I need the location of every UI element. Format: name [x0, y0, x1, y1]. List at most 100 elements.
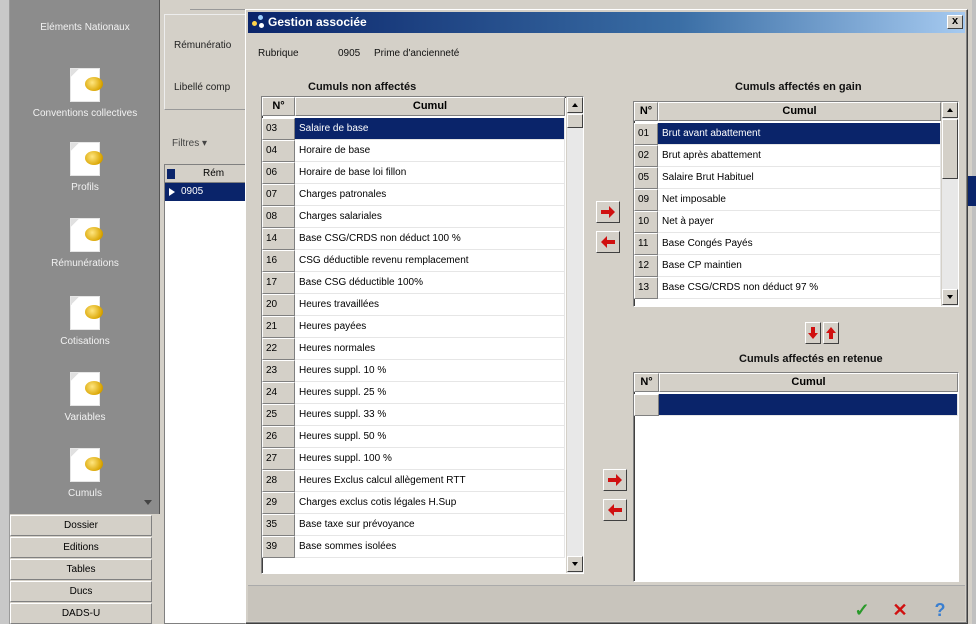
- table-row[interactable]: 12 Base CP maintien: [634, 255, 941, 277]
- row-number: 05: [634, 167, 658, 189]
- table-row[interactable]: 21 Heures payées: [262, 316, 565, 338]
- filter-button[interactable]: Filtres ▾: [172, 138, 207, 149]
- nav-button-tables[interactable]: Tables: [10, 559, 152, 580]
- table-row[interactable]: 10 Net à payer: [634, 211, 941, 233]
- move-up-button[interactable]: [823, 322, 839, 344]
- row-number: 25: [262, 404, 295, 426]
- nav-item-variables[interactable]: Variables: [10, 372, 160, 424]
- scroll-thumb[interactable]: [567, 114, 583, 128]
- move-to-retenue-button[interactable]: [603, 469, 627, 491]
- row-cumul-name: Heures travaillées: [295, 294, 565, 316]
- background-right-edge: [972, 0, 976, 624]
- row-cumul-name: Base Congés Payés: [658, 233, 941, 255]
- move-down-button[interactable]: [805, 322, 821, 344]
- nav-button-ducs[interactable]: Ducs: [10, 581, 152, 602]
- table-row[interactable]: 22 Heures normales: [262, 338, 565, 360]
- table-row[interactable]: 01 Brut avant abattement: [634, 123, 941, 145]
- table-row[interactable]: 02 Brut après abattement: [634, 145, 941, 167]
- row-cumul-name: Horaire de base loi fillon: [295, 162, 565, 184]
- table-row[interactable]: 29 Charges exclus cotis légales H.Sup: [262, 492, 565, 514]
- gain-title: Cumuls affectés en gain: [735, 81, 862, 93]
- arrow-left-icon: [608, 504, 622, 516]
- table-row[interactable]: 26 Heures suppl. 50 %: [262, 426, 565, 448]
- table-row[interactable]: 20 Heures travaillées: [262, 294, 565, 316]
- table-row[interactable]: 17 Base CSG déductible 100%: [262, 272, 565, 294]
- scroll-down-icon[interactable]: [144, 500, 152, 505]
- row-pointer-icon: [169, 188, 175, 196]
- navigation-bar: Eléments Nationaux Conventions collectiv…: [0, 0, 160, 624]
- nav-item-conventions[interactable]: Conventions collectives: [10, 68, 160, 120]
- table-row[interactable]: 28 Heures Exclus calcul allègement RTT: [262, 470, 565, 492]
- row-number: 06: [262, 162, 295, 184]
- table-row[interactable]: 08 Charges salariales: [262, 206, 565, 228]
- col-num-header[interactable]: N°: [634, 102, 658, 121]
- col-cumul-header[interactable]: Cumul: [295, 97, 565, 116]
- row-cumul-name: Base CSG/CRDS non déduct 97 %: [658, 277, 941, 299]
- table-row[interactable]: 27 Heures suppl. 100 %: [262, 448, 565, 470]
- move-to-gain-button[interactable]: [596, 201, 620, 223]
- ok-button[interactable]: ✓: [851, 600, 873, 620]
- scroll-down-button[interactable]: [942, 289, 958, 305]
- table-row[interactable]: 06 Horaire de base loi fillon: [262, 162, 565, 184]
- remove-from-gain-button[interactable]: [596, 231, 620, 253]
- nav-button-dossier[interactable]: Dossier: [10, 515, 152, 536]
- grid-header: N° Cumul: [262, 97, 565, 116]
- background-grid: Rém 0905: [164, 164, 254, 624]
- row-cumul-name: Net imposable: [658, 189, 941, 211]
- arrow-up-icon: [826, 327, 836, 339]
- table-row[interactable]: 11 Base Congés Payés: [634, 233, 941, 255]
- row-number: 02: [634, 145, 658, 167]
- col-cumul-header[interactable]: Cumul: [658, 102, 941, 121]
- nav-button-dads-u[interactable]: DADS-U: [10, 603, 152, 624]
- nav-button-editions[interactable]: Editions: [10, 537, 152, 558]
- arrow-left-icon: [601, 236, 615, 248]
- scroll-up-button[interactable]: [942, 102, 958, 118]
- unassigned-scrollbar[interactable]: [566, 97, 583, 573]
- nav-item-remunerations[interactable]: Rémunérations: [10, 218, 160, 270]
- nav-label: Cumuls: [68, 488, 102, 499]
- dialog-titlebar[interactable]: Gestion associée x: [248, 12, 965, 33]
- gain-grid[interactable]: N° Cumul 01 Brut avant abattement 02 Brut a…: [633, 101, 959, 307]
- nav-item-cumuls[interactable]: Cumuls: [10, 448, 160, 500]
- module-icon: [70, 68, 103, 102]
- table-row[interactable]: 05 Salaire Brut Habituel: [634, 167, 941, 189]
- table-row[interactable]: 07 Charges patronales: [262, 184, 565, 206]
- nav-item-profils[interactable]: Profils: [10, 142, 160, 194]
- table-row[interactable]: 24 Heures suppl. 25 %: [262, 382, 565, 404]
- table-row[interactable]: 13 Base CSG/CRDS non déduct 97 %: [634, 277, 941, 299]
- unassigned-grid[interactable]: N° Cumul 03 Salaire de base 04 Horaire de b…: [261, 96, 584, 574]
- nav-item-cotisations[interactable]: Cotisations: [10, 296, 160, 348]
- row-number: 09: [634, 189, 658, 211]
- table-row[interactable]: 39 Base sommes isolées: [262, 536, 565, 558]
- close-button[interactable]: x: [947, 15, 963, 29]
- left-edge: [0, 0, 10, 624]
- gain-scrollbar[interactable]: [941, 102, 958, 306]
- table-row[interactable]: 04 Horaire de base: [262, 140, 565, 162]
- filter-label: Filtres: [172, 138, 200, 149]
- nav-item-elements-nationaux[interactable]: Eléments Nationaux: [10, 22, 160, 34]
- cancel-button[interactable]: ✕: [889, 600, 911, 620]
- scroll-thumb[interactable]: [942, 119, 958, 179]
- table-row[interactable]: 23 Heures suppl. 10 %: [262, 360, 565, 382]
- row-cumul-name: Heures suppl. 100 %: [295, 448, 565, 470]
- col-cumul-header[interactable]: Cumul: [659, 373, 958, 392]
- unassigned-title: Cumuls non affectés: [308, 81, 417, 93]
- row-number: 16: [262, 250, 295, 272]
- col-num-header[interactable]: N°: [634, 373, 659, 392]
- background-selected-row[interactable]: 0905: [165, 183, 253, 201]
- scroll-up-button[interactable]: [567, 97, 583, 113]
- table-row[interactable]: 25 Heures suppl. 33 %: [262, 404, 565, 426]
- table-row[interactable]: 03 Salaire de base: [262, 118, 565, 140]
- grid-header: N° Cumul: [634, 373, 958, 392]
- retenue-grid[interactable]: N° Cumul: [633, 372, 959, 582]
- table-row[interactable]: 16 CSG déductible revenu remplacement: [262, 250, 565, 272]
- scroll-down-button[interactable]: [567, 556, 583, 572]
- remove-from-retenue-button[interactable]: [603, 499, 627, 521]
- col-num-header[interactable]: N°: [262, 97, 295, 116]
- table-row[interactable]: 14 Base CSG/CRDS non déduct 100 %: [262, 228, 565, 250]
- row-cumul-name: Heures suppl. 10 %: [295, 360, 565, 382]
- table-row[interactable]: 35 Base taxe sur prévoyance: [262, 514, 565, 536]
- table-row[interactable]: 09 Net imposable: [634, 189, 941, 211]
- table-row[interactable]: [634, 394, 958, 416]
- help-button[interactable]: ?: [929, 600, 951, 620]
